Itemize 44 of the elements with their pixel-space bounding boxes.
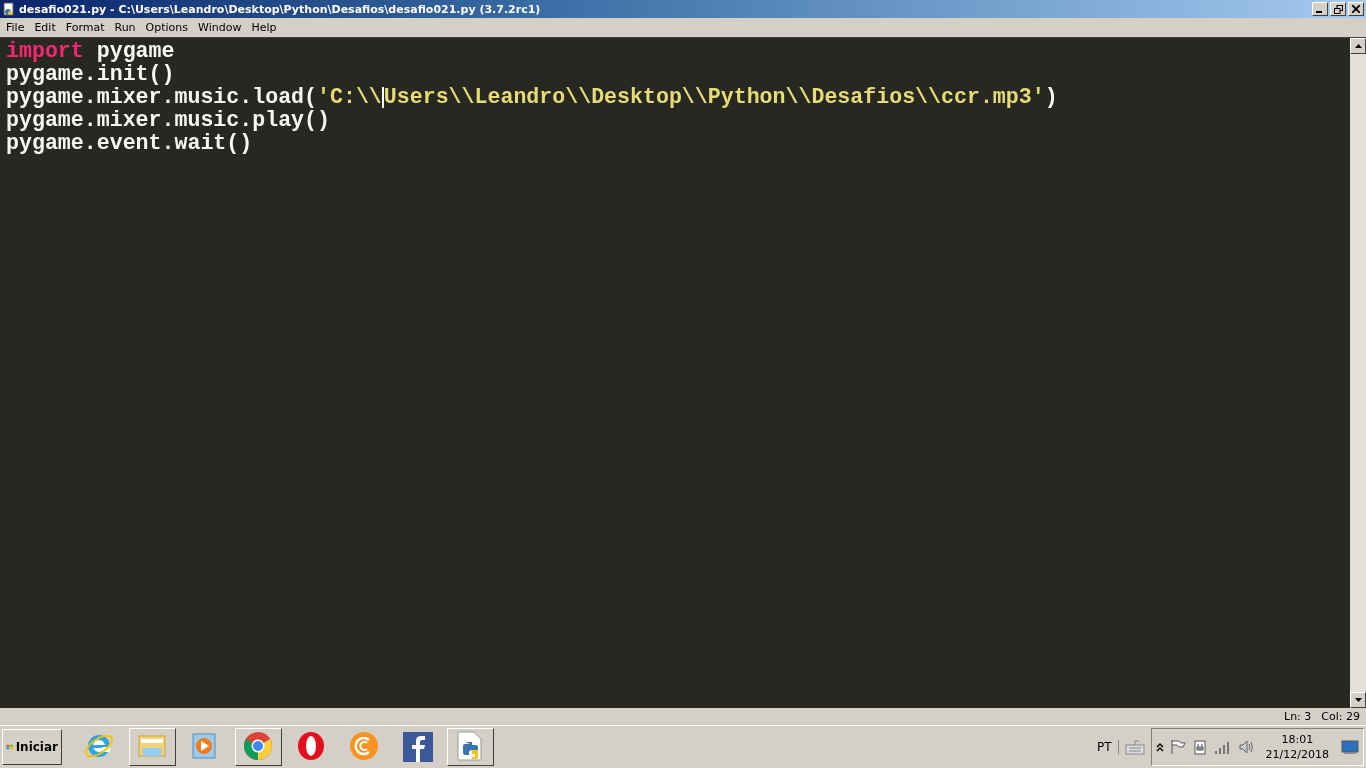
menu-item[interactable]: Format xyxy=(61,21,111,34)
clock-date: 21/12/2018 xyxy=(1265,747,1329,762)
clock-time: 18:01 xyxy=(1281,732,1314,747)
power-plug-icon[interactable] xyxy=(1191,739,1208,755)
code-string: 'C:\\ xyxy=(317,86,382,109)
line-number: Ln: 3 xyxy=(1284,710,1312,723)
taskbar-button[interactable] xyxy=(447,728,494,766)
menu-item[interactable]: Options xyxy=(141,21,195,34)
restore-icon xyxy=(1333,4,1343,14)
scroll-down-icon[interactable] xyxy=(1354,698,1362,702)
close-button[interactable] xyxy=(1348,2,1364,16)
document-icon xyxy=(2,2,16,16)
code-keyword: import xyxy=(6,40,84,63)
scroll-up-icon[interactable] xyxy=(1354,44,1362,48)
chevron-up-icon[interactable] xyxy=(1155,742,1164,752)
code-string: Users\\Leandro\\Desktop\\Python\\Desafios\\ccr.mp3' xyxy=(383,86,1045,109)
code-text: pygame xyxy=(95,40,175,63)
facebook-icon xyxy=(400,730,435,764)
code-text: pygame.mixer.music.play() xyxy=(6,109,330,132)
close-icon xyxy=(1352,5,1360,13)
menu-item[interactable]: File xyxy=(2,21,31,34)
flag-icon[interactable] xyxy=(1169,739,1186,755)
code-text: pygame.event.wait() xyxy=(6,132,253,155)
language-indicator[interactable]: PT xyxy=(1091,740,1119,754)
restore-button[interactable] xyxy=(1330,2,1346,16)
menu-item[interactable]: Help xyxy=(247,21,283,34)
scrollbar[interactable] xyxy=(1350,38,1366,708)
taskbar-button[interactable] xyxy=(129,728,176,766)
taskbar-button[interactable] xyxy=(235,728,282,766)
menu-item[interactable]: Edit xyxy=(30,21,62,34)
code-text: pygame.init() xyxy=(6,63,175,86)
clock[interactable]: 18:01 21/12/2018 xyxy=(1259,732,1335,762)
code-text: ) xyxy=(1044,86,1058,109)
speaker-icon[interactable] xyxy=(1237,739,1254,755)
code-editor[interactable]: import pygame pygame.init() pygame.mixer.music.load('C:\\Users\\Leandro\\Desktop\\Python\\Desafios\\ccr.mp3') pygame.mixer.music.play() pygame.event.wait() xyxy=(0,38,1350,708)
menu-item[interactable]: Window xyxy=(194,21,248,34)
menu-item[interactable]: Run xyxy=(110,21,142,34)
window-title: desafio021.py - C:\Users\Leandro\Desktop\Python\Desafios\desafio021.py (3.7.2rc1) xyxy=(19,2,542,16)
minimize-button[interactable] xyxy=(1312,2,1328,16)
start-button[interactable]: Iniciar xyxy=(2,729,62,765)
show-desktop-icon[interactable] xyxy=(1341,739,1359,755)
code-text: pygame.mixer.music.load( xyxy=(6,86,317,109)
column-number: Col: 29 xyxy=(1321,710,1360,723)
signal-bars-icon[interactable] xyxy=(1213,740,1232,754)
